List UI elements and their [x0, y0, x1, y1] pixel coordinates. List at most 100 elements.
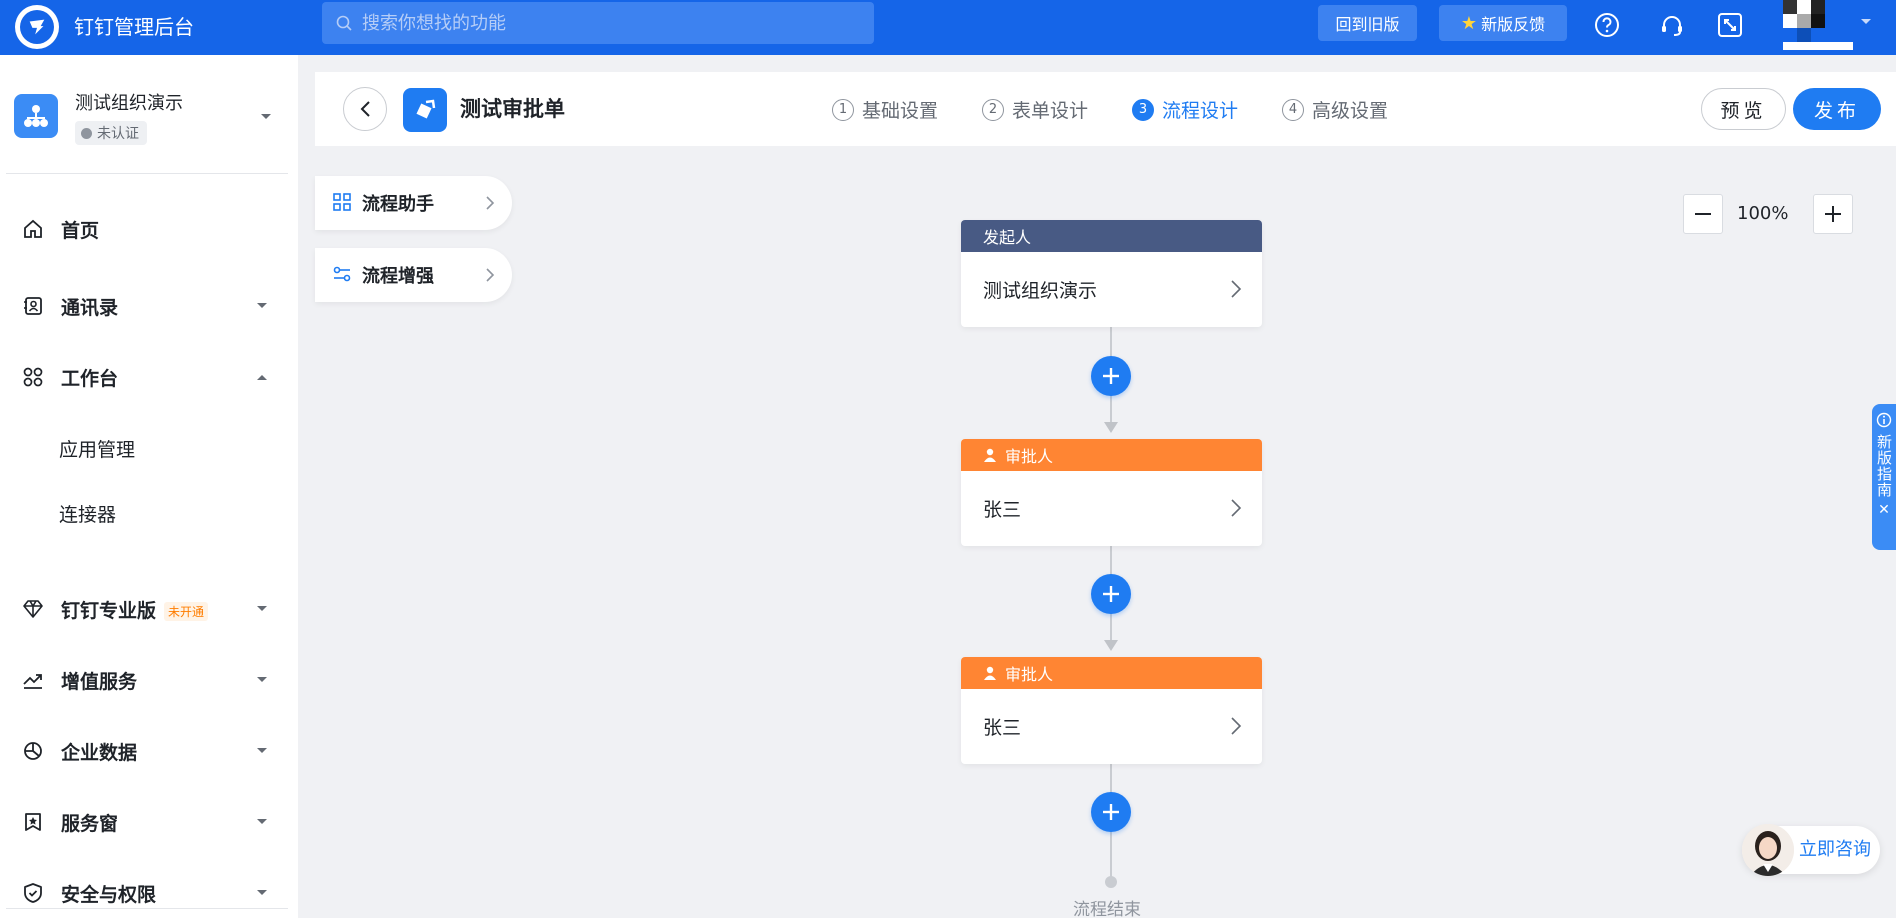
star-icon: ★: [1460, 12, 1478, 34]
sidebar-item-service-window[interactable]: 服务窗: [0, 797, 298, 847]
org-switcher[interactable]: 测试组织演示 未认证: [14, 91, 284, 151]
zoom-out-button[interactable]: [1683, 194, 1723, 234]
old-version-button[interactable]: 回到旧版: [1318, 5, 1417, 41]
sidebar-item-home[interactable]: 首页: [0, 204, 298, 254]
flow-node-initiator[interactable]: 发起人 测试组织演示: [961, 220, 1262, 327]
chevron-right-icon: [1231, 717, 1242, 735]
sidebar-divider: [6, 173, 288, 174]
form-icon: [403, 88, 447, 132]
trend-icon: [21, 668, 45, 692]
preview-button[interactable]: 预览: [1701, 88, 1786, 130]
sidebar-item-label: 安全与权限: [61, 883, 157, 906]
flow-enhance-tab[interactable]: 流程增强: [315, 248, 512, 302]
settings-toggle-icon: [333, 266, 351, 282]
chevron-down-icon: [257, 890, 267, 895]
org-caret-icon[interactable]: [260, 113, 272, 121]
org-icon: [14, 94, 58, 138]
org-status-badge: 未认证: [75, 121, 147, 145]
contacts-icon: [21, 294, 45, 318]
chevron-right-icon: [1231, 499, 1242, 517]
fullscreen-icon[interactable]: [1715, 10, 1745, 40]
flow-assistant-tab[interactable]: 流程助手: [315, 176, 512, 230]
user-menu-caret-icon[interactable]: [1860, 18, 1872, 26]
sidebar-item-label: 工作台: [61, 367, 119, 390]
sidebar-item-value-added[interactable]: 增值服务: [0, 655, 298, 705]
node-header: 发起人: [961, 220, 1262, 252]
dingtalk-logo[interactable]: [15, 5, 59, 49]
chevron-down-icon: [257, 606, 267, 611]
chevron-down-icon: [257, 819, 267, 824]
chevron-left-icon: [360, 101, 370, 117]
arrow-down-icon: [1104, 422, 1118, 433]
chevron-right-icon: [1231, 280, 1242, 298]
status-dot-icon: [81, 127, 92, 139]
step-flow-design[interactable]: 3 流程设计: [1132, 96, 1238, 123]
sidebar-subitem-app-management[interactable]: 应用管理: [59, 435, 135, 462]
sidebar-item-workbench[interactable]: 工作台: [0, 352, 298, 402]
assistant-label: 流程助手: [362, 194, 434, 215]
app-title: 钉钉管理后台: [74, 15, 194, 39]
agent-avatar: [1742, 824, 1794, 876]
step-advanced-settings[interactable]: 4 高级设置: [1282, 96, 1388, 123]
close-icon[interactable]: ✕: [1878, 502, 1890, 518]
step-number: 4: [1282, 98, 1304, 121]
help-icon[interactable]: [1592, 10, 1622, 40]
step-label: 表单设计: [1012, 100, 1089, 122]
step-form-design[interactable]: 2 表单设计: [982, 96, 1088, 123]
sidebar-item-pro[interactable]: 钉钉专业版 未开通: [0, 584, 298, 634]
back-button[interactable]: [343, 87, 387, 131]
flow-node-approver[interactable]: 审批人 张三: [961, 439, 1262, 546]
add-node-button[interactable]: [1091, 356, 1131, 396]
new-version-guide-tab[interactable]: 新版指南 ✕: [1872, 404, 1896, 550]
sidebar-subitem-connector[interactable]: 连接器: [59, 500, 116, 527]
grid-icon: [21, 365, 45, 389]
chevron-down-icon: [257, 677, 267, 682]
step-basic-settings[interactable]: 1 基础设置: [832, 96, 938, 123]
consult-label: 立即咨询: [1799, 839, 1871, 860]
dashboard-icon: [333, 193, 351, 211]
sidebar-item-label: 通讯录: [61, 296, 119, 319]
headset-icon[interactable]: [1657, 10, 1687, 40]
node-body: 张三: [961, 471, 1262, 546]
flow-node-approver[interactable]: 审批人 张三: [961, 657, 1262, 764]
minus-icon: [1695, 213, 1711, 215]
add-node-button[interactable]: [1091, 792, 1131, 832]
consult-button[interactable]: 立即咨询: [1742, 824, 1880, 876]
add-node-button[interactable]: [1091, 574, 1131, 614]
sidebar-item-enterprise-data[interactable]: 企业数据: [0, 726, 298, 776]
sidebar-item-label: 企业数据: [61, 741, 138, 764]
sidebar-item-contacts[interactable]: 通讯录: [0, 281, 298, 331]
node-header: 审批人: [961, 439, 1262, 471]
feedback-label: 新版反馈: [1481, 15, 1546, 34]
node-content: 测试组织演示: [983, 280, 1098, 302]
node-content: 张三: [983, 499, 1022, 521]
step-number: 1: [832, 98, 854, 121]
zoom-level: 100%: [1737, 203, 1789, 224]
diamond-icon: [21, 597, 45, 621]
sidebar-item-security[interactable]: 安全与权限: [0, 868, 298, 918]
plus-icon: [1825, 206, 1841, 222]
search-box[interactable]: [322, 2, 874, 44]
pie-icon: [21, 739, 45, 763]
chevron-down-icon: [257, 303, 267, 308]
search-icon: [336, 15, 352, 31]
flow-end-dot: [1105, 876, 1117, 888]
flow-end-label: 流程结束: [1073, 900, 1141, 918]
publish-button[interactable]: 发布: [1793, 88, 1881, 130]
user-avatar[interactable]: [1783, 0, 1853, 50]
org-name: 测试组织演示: [75, 93, 183, 114]
sidebar-item-label: 首页: [61, 219, 100, 242]
step-label: 高级设置: [1312, 100, 1389, 122]
node-body: 张三: [961, 689, 1262, 764]
guide-label: 新版指南: [1875, 434, 1893, 498]
search-input[interactable]: [362, 12, 842, 34]
sidebar-item-label: 钉钉专业版 未开通: [61, 596, 209, 623]
chevron-up-icon: [257, 375, 267, 380]
zoom-in-button[interactable]: [1813, 194, 1853, 234]
step-number: 3: [1132, 98, 1154, 121]
node-body: 测试组织演示: [961, 252, 1262, 327]
page-header: 测试审批单 1 基础设置 2 表单设计 3 流程设计 4 高级设置 预览 发布: [315, 72, 1896, 146]
arrow-down-icon: [1104, 640, 1118, 651]
form-title: 测试审批单: [460, 97, 565, 121]
feedback-button[interactable]: ★ 新版反馈: [1439, 5, 1567, 41]
